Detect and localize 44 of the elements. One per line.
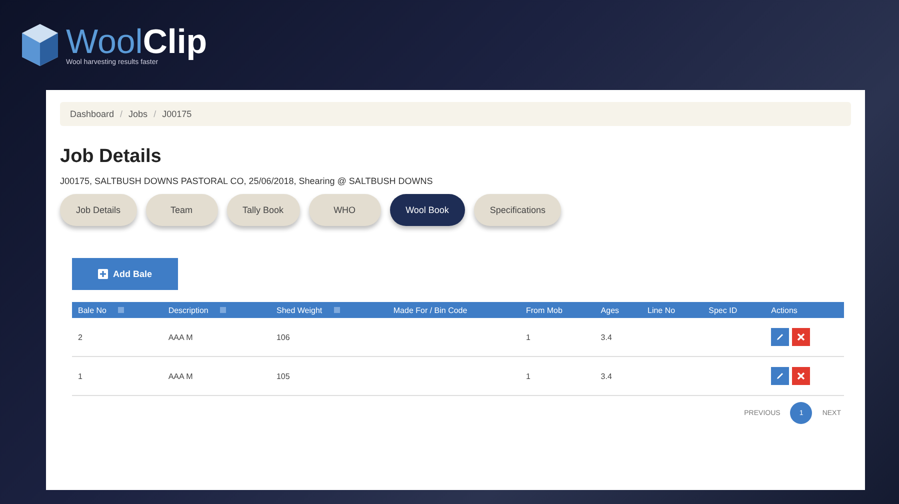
breadcrumb-link[interactable]: Dashboard [70,109,114,119]
column-header[interactable]: Shed Weight [270,302,388,318]
tab[interactable]: Tally Book [226,194,300,226]
edit-button[interactable] [771,367,790,385]
table-cell: 2 [78,332,82,342]
table-cell: 3.4 [600,372,612,380]
pencil-icon [775,371,786,381]
delete-button[interactable] [792,367,810,385]
column-header[interactable]: Made For / Bin Code [387,302,520,318]
tab[interactable]: Specifications [474,194,562,226]
table-cell: 1 [526,332,530,342]
close-icon [796,332,806,342]
table-cell: 1 [78,372,82,380]
column-header[interactable]: Line No [642,302,703,318]
table-cell: 106 [276,332,290,342]
tab[interactable]: WHO [308,194,381,226]
column-header[interactable]: Spec ID [702,302,766,318]
add-bale-button[interactable]: Add Bale [72,258,178,290]
job-summary: J00175, SALTBUSH DOWNS PASTORAL CO, 25/06/2018, Shearing @ SALTBUSH DOWNS [60,176,434,186]
table-cell: 105 [276,372,290,380]
breadcrumb-link[interactable]: Jobs [128,109,148,119]
brand-name: WoolClip [66,24,208,58]
table-cell: AAA M [168,372,193,380]
pencil-icon [775,332,786,342]
column-header[interactable]: From Mob [520,302,595,318]
column-header[interactable]: Ages [594,302,642,318]
edit-button[interactable] [771,328,790,346]
table-cell: 1 [526,372,530,380]
breadcrumb-separator: / [120,109,123,119]
plus-icon [98,269,108,279]
column-header[interactable]: Description [162,302,270,318]
breadcrumb-link[interactable]: J00175 [162,109,192,119]
column-header[interactable]: Bale No [72,302,162,318]
cube-logo-icon [20,22,60,68]
tab[interactable]: Team [146,194,218,226]
breadcrumb-separator: / [154,109,156,119]
table-cell: AAA M [168,332,193,342]
page-title: Job Details [60,146,162,168]
tab[interactable]: Job Details [60,194,137,226]
column-header[interactable]: Actions [765,302,844,318]
table-cell: 3.4 [600,332,612,342]
tab[interactable]: Wool Book [390,194,465,226]
delete-button[interactable] [792,328,810,346]
close-icon [796,371,806,381]
